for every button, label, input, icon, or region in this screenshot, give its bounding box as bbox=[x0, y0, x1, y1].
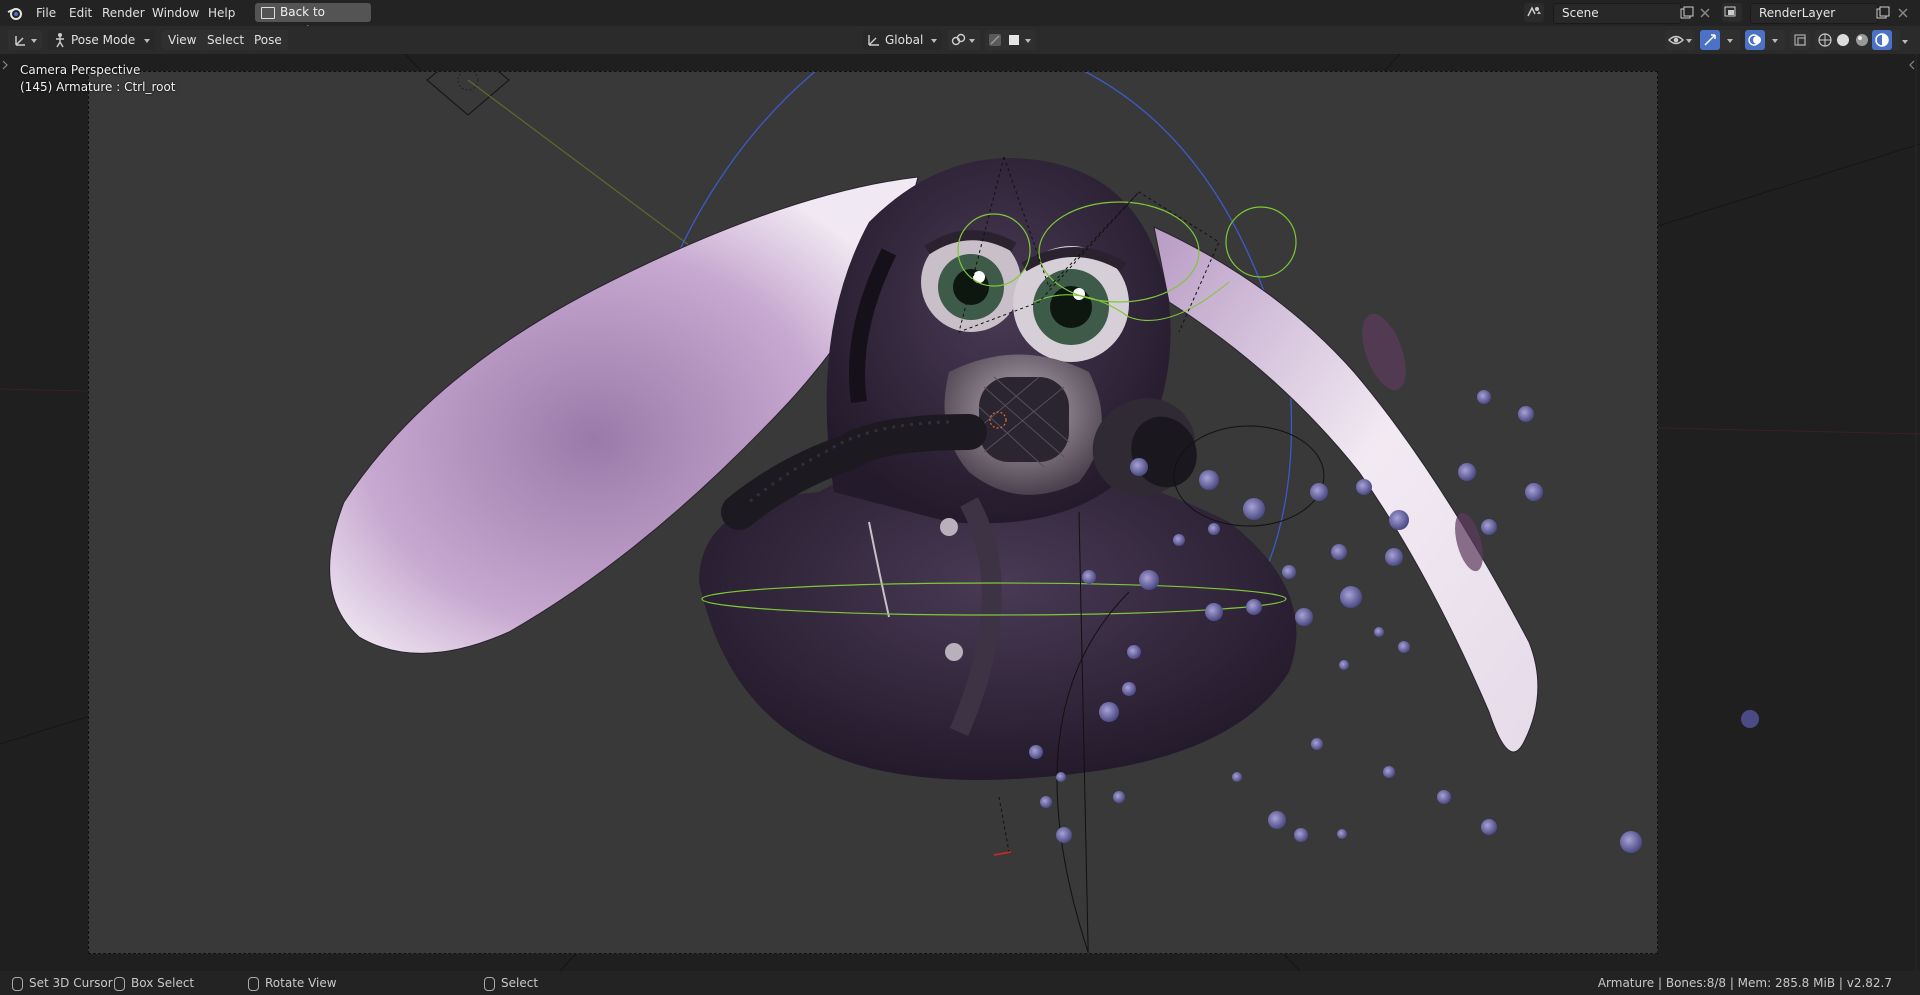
eye-icon bbox=[1668, 35, 1684, 45]
status-bar: Set 3D Cursor Box Select Rotate View Sel… bbox=[0, 971, 1920, 995]
sidebar-expand-arrow-icon[interactable] bbox=[1908, 60, 1916, 70]
mouse-middle-icon bbox=[248, 976, 259, 991]
menu-edit[interactable]: Edit bbox=[65, 3, 96, 23]
top-bar: File Edit Render Window Help Back to Pre… bbox=[0, 0, 1920, 38]
blender-logo-icon[interactable] bbox=[7, 5, 23, 21]
status-right-label: Select bbox=[501, 976, 539, 990]
snap-icon bbox=[989, 34, 1001, 46]
transform-orientation-dropdown[interactable]: Global bbox=[863, 30, 942, 50]
gizmo-button[interactable] bbox=[1700, 30, 1740, 50]
menu-pose[interactable]: Pose bbox=[248, 30, 288, 50]
mode-label: Pose Mode bbox=[71, 33, 136, 47]
active-object-label: (145) Armature : Ctrl_root bbox=[20, 80, 176, 94]
menu-file[interactable]: File bbox=[32, 3, 60, 23]
new-scene-icon[interactable] bbox=[1680, 6, 1694, 20]
link-icon bbox=[951, 33, 966, 46]
shading-options-chevron-icon[interactable] bbox=[1902, 40, 1908, 44]
mouse-right-icon bbox=[484, 976, 495, 991]
new-view-layer-icon[interactable] bbox=[1876, 6, 1890, 20]
snap-target-square-icon bbox=[1009, 35, 1019, 45]
status-middle-label: Rotate View bbox=[265, 976, 337, 990]
status-drag-label: Box Select bbox=[131, 976, 195, 990]
scene-browse-button[interactable] bbox=[1524, 3, 1544, 22]
status-left-click: Set 3D Cursor bbox=[12, 975, 113, 991]
chevron-down-icon bbox=[1686, 39, 1692, 43]
chevron-down-icon bbox=[1727, 39, 1733, 43]
chevron-down-icon bbox=[1772, 39, 1778, 43]
material-shading-icon[interactable] bbox=[1855, 33, 1869, 47]
floating-virus-outside-frame bbox=[1741, 710, 1759, 728]
menu-select[interactable]: Select bbox=[201, 30, 251, 50]
pose-mode-icon bbox=[56, 33, 64, 48]
gizmo-icon bbox=[1704, 34, 1716, 46]
visibility-button[interactable] bbox=[1665, 30, 1695, 50]
menu-help[interactable]: Help bbox=[204, 3, 239, 23]
pivot-point-button[interactable] bbox=[948, 30, 980, 50]
status-left-click-label: Set 3D Cursor bbox=[29, 976, 113, 990]
chevron-down-icon bbox=[969, 39, 975, 43]
delete-scene-icon[interactable] bbox=[1698, 6, 1712, 20]
viewport-header: Pose Mode View Select Pose Global bbox=[0, 26, 1920, 54]
chevron-down-icon bbox=[31, 39, 37, 43]
status-drag: Box Select bbox=[114, 975, 194, 991]
delete-view-layer-icon[interactable] bbox=[1896, 6, 1910, 20]
view-layer-name: RenderLayer bbox=[1759, 6, 1836, 20]
mouse-drag-icon bbox=[114, 976, 125, 991]
chevron-down-icon bbox=[144, 39, 150, 43]
view-layer-field[interactable]: RenderLayer bbox=[1750, 3, 1878, 24]
chevron-down-icon bbox=[1025, 39, 1031, 43]
orientation-label: Global bbox=[885, 33, 924, 47]
camera-frame bbox=[88, 71, 1658, 954]
back-to-previous-button[interactable]: Back to Previous bbox=[255, 3, 371, 38]
render-layer-icon bbox=[1724, 6, 1736, 17]
status-right: Select bbox=[484, 975, 538, 991]
camera-perspective-label: Camera Perspective bbox=[20, 63, 141, 77]
rendered-shading-icon bbox=[1875, 33, 1889, 47]
toolbar-expand-arrow-icon[interactable] bbox=[1, 60, 9, 70]
menu-render[interactable]: Render bbox=[98, 3, 149, 23]
scene-render bbox=[329, 72, 1642, 953]
xray-button[interactable] bbox=[1790, 30, 1810, 50]
xray-icon bbox=[1794, 34, 1806, 46]
screen-icon bbox=[261, 7, 275, 19]
overlays-icon bbox=[1748, 34, 1761, 46]
wireframe-shading-icon[interactable] bbox=[1818, 33, 1832, 47]
shading-buttons bbox=[1815, 30, 1900, 50]
editor-type-button[interactable] bbox=[8, 30, 42, 50]
solid-shading-icon[interactable] bbox=[1836, 33, 1850, 47]
scene-icon bbox=[1527, 6, 1541, 17]
axes-editor-icon bbox=[15, 36, 25, 46]
menu-view[interactable]: View bbox=[162, 30, 203, 50]
orientation-icon bbox=[868, 35, 879, 46]
scene-name: Scene bbox=[1562, 6, 1599, 20]
scene-field[interactable]: Scene bbox=[1553, 3, 1681, 24]
status-middle: Rotate View bbox=[248, 975, 337, 991]
mouse-left-icon bbox=[12, 976, 23, 991]
overlays-button[interactable] bbox=[1745, 30, 1785, 50]
menu-window[interactable]: Window bbox=[148, 3, 203, 23]
scene-statistics: Armature | Bones:8/8 | Mem: 285.8 MiB | … bbox=[1597, 976, 1892, 990]
chevron-down-icon bbox=[931, 39, 937, 43]
snapping-button[interactable] bbox=[985, 30, 1035, 50]
3d-viewport[interactable]: Camera Perspective (145) Armature : Ctrl… bbox=[0, 54, 1920, 971]
view-layer-browse-button[interactable] bbox=[1722, 3, 1742, 22]
mode-dropdown[interactable]: Pose Mode bbox=[48, 30, 155, 50]
